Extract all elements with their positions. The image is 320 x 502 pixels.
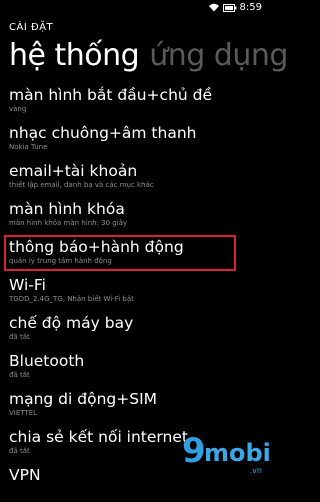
settings-item-cellular-sim[interactable]: mạng di động+SIM VIETTEL [0, 388, 270, 426]
pivot-tab-system[interactable]: hệ thống [9, 38, 140, 73]
settings-item-bluetooth[interactable]: Bluetooth đã tắt [0, 350, 270, 388]
pivot-tab-apps[interactable]: ứng dụng [149, 38, 288, 73]
settings-item-airplane-mode[interactable]: chế độ máy bay đã tắt [0, 312, 270, 350]
settings-item-title: chế độ máy bay [9, 314, 134, 332]
settings-item-subtitle: VIETTEL [9, 409, 38, 417]
watermark-nine: 9 [182, 431, 206, 471]
settings-item-title: mạng di động+SIM [9, 390, 158, 408]
watermark-logo: 9 mobi .vn [182, 431, 271, 478]
watermark-vn: .vn [249, 466, 262, 475]
settings-item-wifi[interactable]: Wi-Fi TGDD_2.4G_TG, Nhận biết Wi-Fi bật [0, 274, 270, 312]
settings-item-subtitle: màn hình khóa màn hình: 30 giây [9, 219, 128, 227]
app-title: CÀI ĐẶT [9, 22, 54, 33]
settings-item-title: Bluetooth [9, 352, 85, 370]
wifi-icon [208, 3, 220, 12]
settings-item-title: nhạc chuông+âm thanh [9, 124, 197, 142]
settings-item-subtitle: Nokia Tune [9, 143, 48, 151]
status-icons: 8:59 [208, 2, 262, 13]
settings-item-lock-screen[interactable]: màn hình khóa màn hình khóa màn hình: 30… [0, 198, 270, 236]
settings-item-title: Wi-Fi [9, 276, 46, 294]
watermark-mobi: mobi [204, 439, 271, 467]
settings-item-title: màn hình bắt đầu+chủ đề [9, 86, 213, 104]
settings-item-subtitle: vàng [9, 105, 27, 113]
settings-item-title: email+tài khoản [9, 162, 138, 180]
settings-item-email-accounts[interactable]: email+tài khoản thiết lập email, danh bạ… [0, 160, 270, 198]
settings-item-notifications-actions[interactable]: thông báo+hành động quản lý trung tâm hà… [0, 235, 270, 274]
settings-item-start-theme[interactable]: màn hình bắt đầu+chủ đề vàng [0, 84, 270, 122]
status-time: 8:59 [239, 2, 262, 13]
settings-item-title: thông báo+hành động [9, 238, 184, 256]
settings-item-ringtones-sounds[interactable]: nhạc chuông+âm thanh Nokia Tune [0, 122, 270, 160]
settings-item-subtitle: quản lý trung tâm hành động [9, 257, 112, 265]
status-bar: 8:59 [0, 0, 270, 16]
settings-item-subtitle: đã tắt [9, 333, 30, 341]
battery-icon [222, 3, 237, 12]
settings-item-subtitle: đã tắt [9, 371, 30, 379]
pivot-header: hệ thống ứng dụng [9, 38, 288, 74]
settings-item-title: màn hình khóa [9, 200, 125, 218]
settings-item-subtitle: TGDD_2.4G_TG, Nhận biết Wi-Fi bật [9, 295, 134, 303]
settings-item-subtitle: thiết lập email, danh bạ và các mục khác [9, 181, 154, 189]
